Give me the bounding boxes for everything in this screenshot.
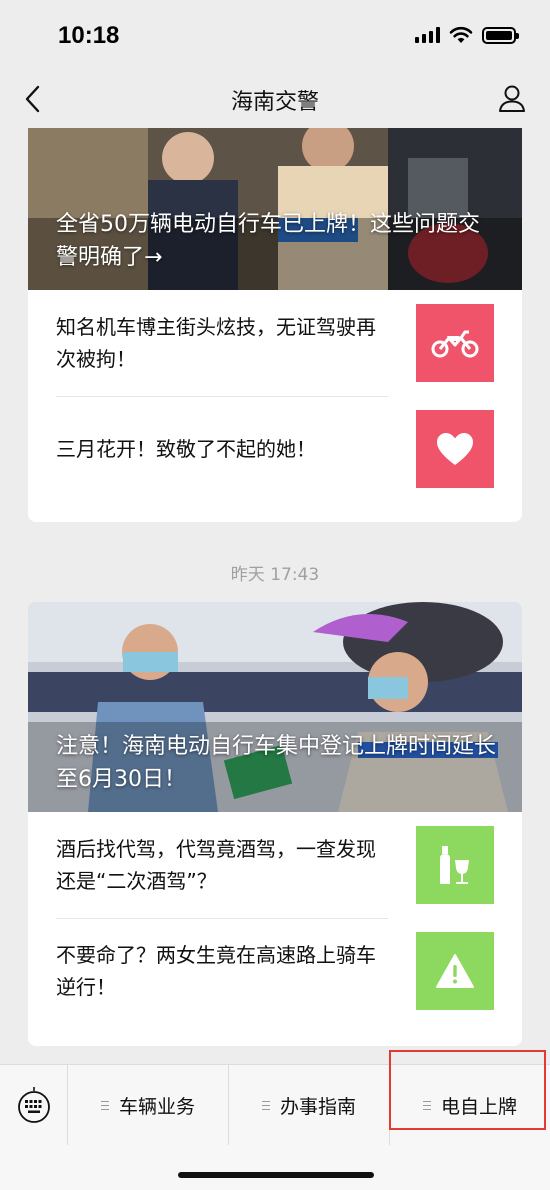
page-title: 海南交警 bbox=[230, 90, 319, 115]
wifi-icon bbox=[449, 26, 473, 43]
menu-item-label: 车辆业务 bbox=[118, 1095, 195, 1118]
submenu-indicator-icon bbox=[100, 1100, 109, 1110]
cellular-signal-icon bbox=[415, 27, 440, 43]
hero-article[interactable]: 全省50万辆电动自行车已上牌！这些问题交警明确了→ bbox=[28, 128, 522, 290]
heart-icon bbox=[437, 433, 473, 465]
hero-title: 全省50万辆电动自行车已上牌！这些问题交警明确了→ bbox=[56, 212, 480, 270]
article-thumbnail bbox=[416, 826, 494, 904]
status-bar: 10:18 bbox=[0, 0, 550, 70]
article-item[interactable]: 知名机车博主街头炫技，无证驾驶再次被拘！ bbox=[28, 290, 522, 396]
status-icons bbox=[415, 24, 519, 46]
battery-icon bbox=[482, 26, 519, 44]
keyboard-toggle-button[interactable] bbox=[0, 1065, 68, 1145]
menu-item-service-guide[interactable]: 办事指南 bbox=[229, 1065, 390, 1145]
hero-article[interactable]: 注意！海南电动自行车集中登记上牌时间延长至6月30日！ bbox=[28, 602, 522, 812]
menu-item-label: 办事指南 bbox=[279, 1095, 356, 1118]
message-timestamp: 昨天 17:43 bbox=[230, 565, 320, 585]
article-item[interactable]: 酒后找代驾，代驾竟酒驾，一查发现还是“二次酒驾”？ bbox=[28, 812, 522, 918]
menu-item-label: 电自上牌 bbox=[440, 1095, 517, 1118]
submenu-indicator-icon bbox=[261, 1100, 270, 1110]
wine-bottle-icon bbox=[440, 846, 469, 884]
article-title: 酒后找代驾，代驾竟酒驾，一查发现还是“二次酒驾”？ bbox=[56, 837, 376, 893]
article-thumbnail bbox=[416, 304, 494, 382]
article-item[interactable]: 不要命了？两女生竟在高速路上骑车逆行！ bbox=[28, 918, 522, 1024]
article-item[interactable]: 三月花开！致敬了不起的她！ bbox=[28, 396, 522, 502]
keyboard-icon bbox=[17, 1087, 50, 1123]
article-card: 注意！海南电动自行车集中登记上牌时间延长至6月30日！ 酒后找代驾，代驾竟酒驾，… bbox=[28, 602, 522, 1046]
article-title: 三月花开！致敬了不起的她！ bbox=[56, 437, 316, 461]
home-indicator bbox=[178, 1172, 374, 1178]
motorcycle-icon bbox=[431, 330, 479, 358]
message-feed: 全省50万辆电动自行车已上牌！这些问题交警明确了→ 知名机车博主街头炫技，无证驾… bbox=[0, 128, 550, 1064]
nav-bar: 海南交警 bbox=[0, 70, 550, 128]
warning-icon bbox=[436, 954, 474, 988]
article-thumbnail bbox=[416, 932, 494, 1010]
article-thumbnail bbox=[416, 410, 494, 488]
submenu-indicator-icon bbox=[422, 1100, 431, 1110]
hero-title: 注意！海南电动自行车集中登记上牌时间延长至6月30日！ bbox=[56, 734, 497, 792]
status-time: 10:18 bbox=[58, 22, 120, 49]
profile-icon[interactable] bbox=[496, 82, 528, 114]
menu-item-ebike-registration[interactable]: 电自上牌 bbox=[390, 1065, 550, 1145]
article-card: 全省50万辆电动自行车已上牌！这些问题交警明确了→ 知名机车博主街头炫技，无证驾… bbox=[28, 128, 522, 522]
article-title: 知名机车博主街头炫技，无证驾驶再次被拘！ bbox=[56, 315, 376, 371]
menu-item-vehicle-business[interactable]: 车辆业务 bbox=[68, 1065, 229, 1145]
article-title: 不要命了？两女生竟在高速路上骑车逆行！ bbox=[56, 943, 376, 999]
